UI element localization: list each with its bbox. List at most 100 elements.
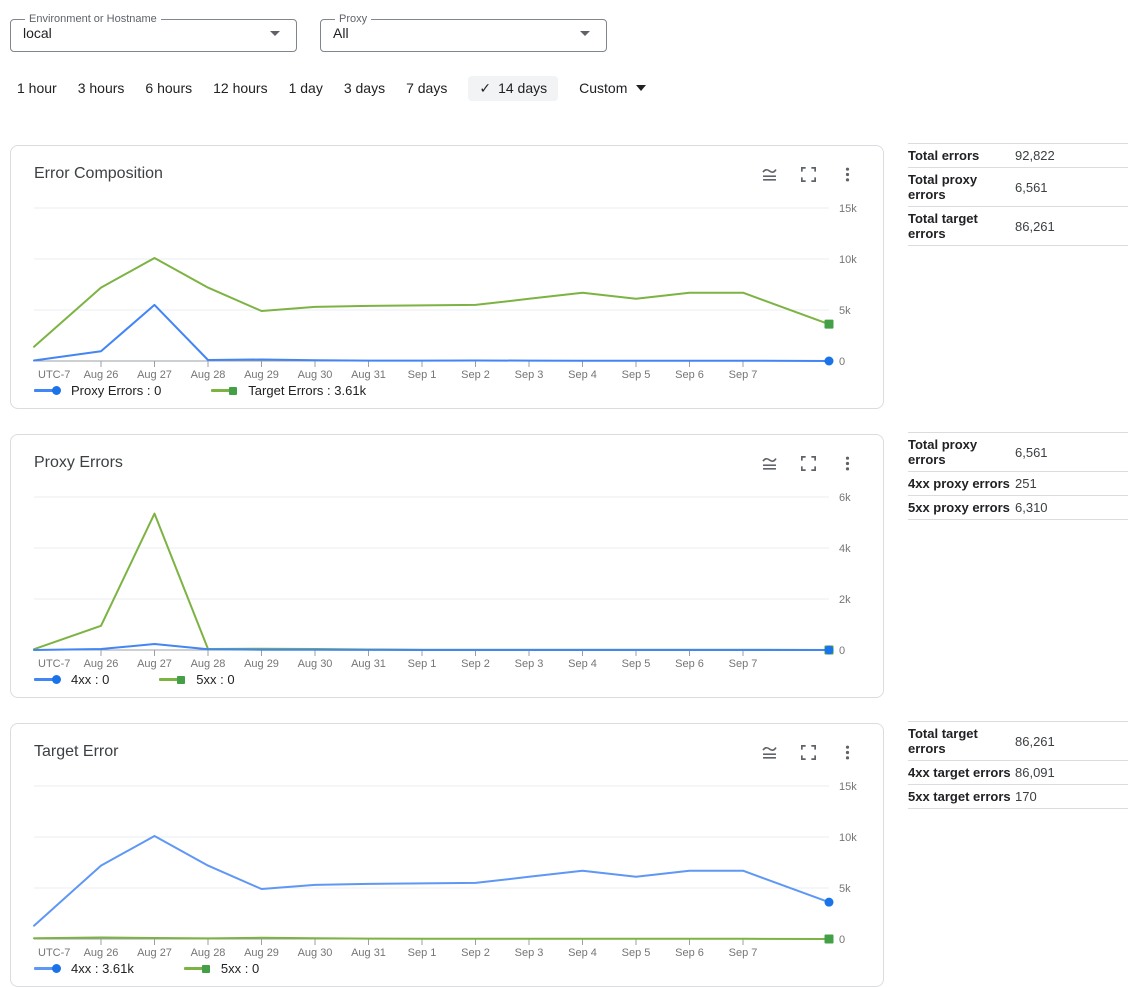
total-errors-summary-table: Total errors92,822Total proxy errors6,56… xyxy=(908,143,1128,246)
x-axis-label: Sep 2 xyxy=(461,369,490,381)
time-range-1-day[interactable]: 1 day xyxy=(289,80,323,96)
x-axis-label: Aug 28 xyxy=(191,369,226,381)
summary-label: Total proxy errors xyxy=(908,172,1015,202)
x-axis-label: Sep 3 xyxy=(515,658,544,670)
analytics-errors-dashboard: Environment or Hostname local Proxy All … xyxy=(0,0,1128,987)
chart-style-icon xyxy=(760,743,779,762)
summary-row-5xx-proxy-errors: 5xx proxy errors6,310 xyxy=(908,496,1128,520)
time-range-6-hours[interactable]: 6 hours xyxy=(145,80,192,96)
series-line-5xx xyxy=(34,514,829,650)
time-range-label: 1 hour xyxy=(17,80,57,96)
time-range-custom[interactable]: Custom xyxy=(579,80,646,96)
fullscreen-icon xyxy=(799,454,818,473)
series-line-4xx xyxy=(34,644,829,650)
x-axis-label: Sep 7 xyxy=(729,947,758,959)
more-options-icon xyxy=(838,165,857,184)
more-options-icon xyxy=(838,743,857,762)
series-line-4xx xyxy=(34,836,829,926)
legend-label: 4xx : 0 xyxy=(71,672,109,687)
x-axis-label: Aug 27 xyxy=(137,947,172,959)
environment-select-label: Environment or Hostname xyxy=(29,13,157,25)
summary-row-4xx-target-errors: 4xx target errors86,091 xyxy=(908,761,1128,785)
time-range-label: 3 hours xyxy=(78,80,125,96)
chart-plot-target-error[interactable]: Aug 26Aug 27Aug 28Aug 29Aug 30Aug 31Sep … xyxy=(11,770,883,960)
legend-item-4xx[interactable]: 4xx : 3.61k xyxy=(34,961,134,976)
x-axis-label: Sep 2 xyxy=(461,658,490,670)
chart-style-icon xyxy=(760,454,779,473)
legend-dot-marker-icon xyxy=(34,385,61,396)
timezone-label: UTC-7 xyxy=(38,658,70,670)
legend-dot-marker-icon xyxy=(34,963,61,974)
y-axis-label: 4k xyxy=(839,543,851,555)
x-axis-label: Aug 29 xyxy=(244,369,279,381)
legend-label: 5xx : 0 xyxy=(196,672,234,687)
timezone-label: UTC-7 xyxy=(38,369,70,381)
chart-style-icon-button[interactable] xyxy=(759,164,779,184)
target-error-card: Target Error Aug 26Aug 27Aug 28Aug 29Aug… xyxy=(10,723,884,987)
summary-row-total-errors: Total errors92,822 xyxy=(908,143,1128,168)
y-axis-label: 0 xyxy=(839,934,845,946)
fullscreen-icon-button[interactable] xyxy=(798,453,818,473)
summary-value: 170 xyxy=(1015,789,1037,804)
filters-row: Environment or Hostname local Proxy All xyxy=(10,14,1128,52)
target-errors-summary-table: Total target errors86,2614xx target erro… xyxy=(908,721,1128,809)
time-range-14-days[interactable]: ✓14 days xyxy=(468,76,558,101)
summary-row-total-target-errors: Total target errors86,261 xyxy=(908,721,1128,761)
legend-item-5xx[interactable]: 5xx : 0 xyxy=(184,961,259,976)
chart-title: Error Composition xyxy=(34,165,163,183)
y-axis-label: 5k xyxy=(839,883,851,895)
legend-item-5xx[interactable]: 5xx : 0 xyxy=(159,672,234,687)
summary-row-4xx-proxy-errors: 4xx proxy errors251 xyxy=(908,472,1128,496)
summary-value: 86,261 xyxy=(1015,734,1055,749)
y-axis-label: 2k xyxy=(839,594,851,606)
x-axis-label: Aug 30 xyxy=(298,369,333,381)
fullscreen-icon xyxy=(799,743,818,762)
summary-value: 86,261 xyxy=(1015,219,1055,234)
x-axis-label: Sep 4 xyxy=(568,947,597,959)
x-axis-label: Aug 27 xyxy=(137,369,172,381)
chart-title: Proxy Errors xyxy=(34,454,123,472)
legend-item-proxy-errors[interactable]: Proxy Errors : 0 xyxy=(34,383,161,398)
x-axis-label: Aug 29 xyxy=(244,658,279,670)
fullscreen-icon-button[interactable] xyxy=(798,742,818,762)
end-marker-square-5xx xyxy=(825,935,834,944)
x-axis-label: Sep 6 xyxy=(675,369,704,381)
time-range-12-hours[interactable]: 12 hours xyxy=(213,80,267,96)
proxy-select[interactable]: Proxy All xyxy=(320,14,607,52)
summary-label: Total errors xyxy=(908,148,1015,163)
chart-plot-error-composition[interactable]: Aug 26Aug 27Aug 28Aug 29Aug 30Aug 31Sep … xyxy=(11,192,883,382)
more-options-icon-button[interactable] xyxy=(837,453,857,473)
more-options-icon-button[interactable] xyxy=(837,164,857,184)
dropdown-arrow-icon xyxy=(580,31,590,36)
chart-style-icon-button[interactable] xyxy=(759,453,779,473)
y-axis-label: 0 xyxy=(839,356,845,368)
series-line-target-errors xyxy=(34,258,829,347)
dropdown-arrow-icon xyxy=(270,31,280,36)
legend-item-4xx[interactable]: 4xx : 0 xyxy=(34,672,109,687)
more-options-icon-button[interactable] xyxy=(837,742,857,762)
x-axis-label: Aug 31 xyxy=(351,369,386,381)
proxy-errors-summary-table: Total proxy errors6,5614xx proxy errors2… xyxy=(908,432,1128,520)
legend-item-target-errors[interactable]: Target Errors : 3.61k xyxy=(211,383,366,398)
x-axis-label: Aug 26 xyxy=(84,658,119,670)
x-axis-label: Sep 5 xyxy=(622,658,651,670)
fullscreen-icon xyxy=(799,165,818,184)
environment-select[interactable]: Environment or Hostname local xyxy=(10,14,297,52)
chart-style-icon-button[interactable] xyxy=(759,742,779,762)
time-range-7-days[interactable]: 7 days xyxy=(406,80,447,96)
x-axis-label: Aug 28 xyxy=(191,658,226,670)
x-axis-label: Sep 6 xyxy=(675,658,704,670)
end-marker-dot-proxy-errors xyxy=(825,357,834,366)
chart-plot-proxy-errors[interactable]: Aug 26Aug 27Aug 28Aug 29Aug 30Aug 31Sep … xyxy=(11,481,883,671)
x-axis-label: Sep 2 xyxy=(461,947,490,959)
x-axis-label: Sep 5 xyxy=(622,369,651,381)
fullscreen-icon-button[interactable] xyxy=(798,164,818,184)
time-range-label: 12 hours xyxy=(213,80,267,96)
x-axis-label: Sep 4 xyxy=(568,658,597,670)
legend-square-marker-icon xyxy=(211,385,238,396)
time-range-3-days[interactable]: 3 days xyxy=(344,80,385,96)
time-range-3-hours[interactable]: 3 hours xyxy=(78,80,125,96)
summary-row-total-proxy-errors: Total proxy errors6,561 xyxy=(908,168,1128,207)
time-range-label: 14 days xyxy=(498,80,547,96)
time-range-1-hour[interactable]: 1 hour xyxy=(17,80,57,96)
